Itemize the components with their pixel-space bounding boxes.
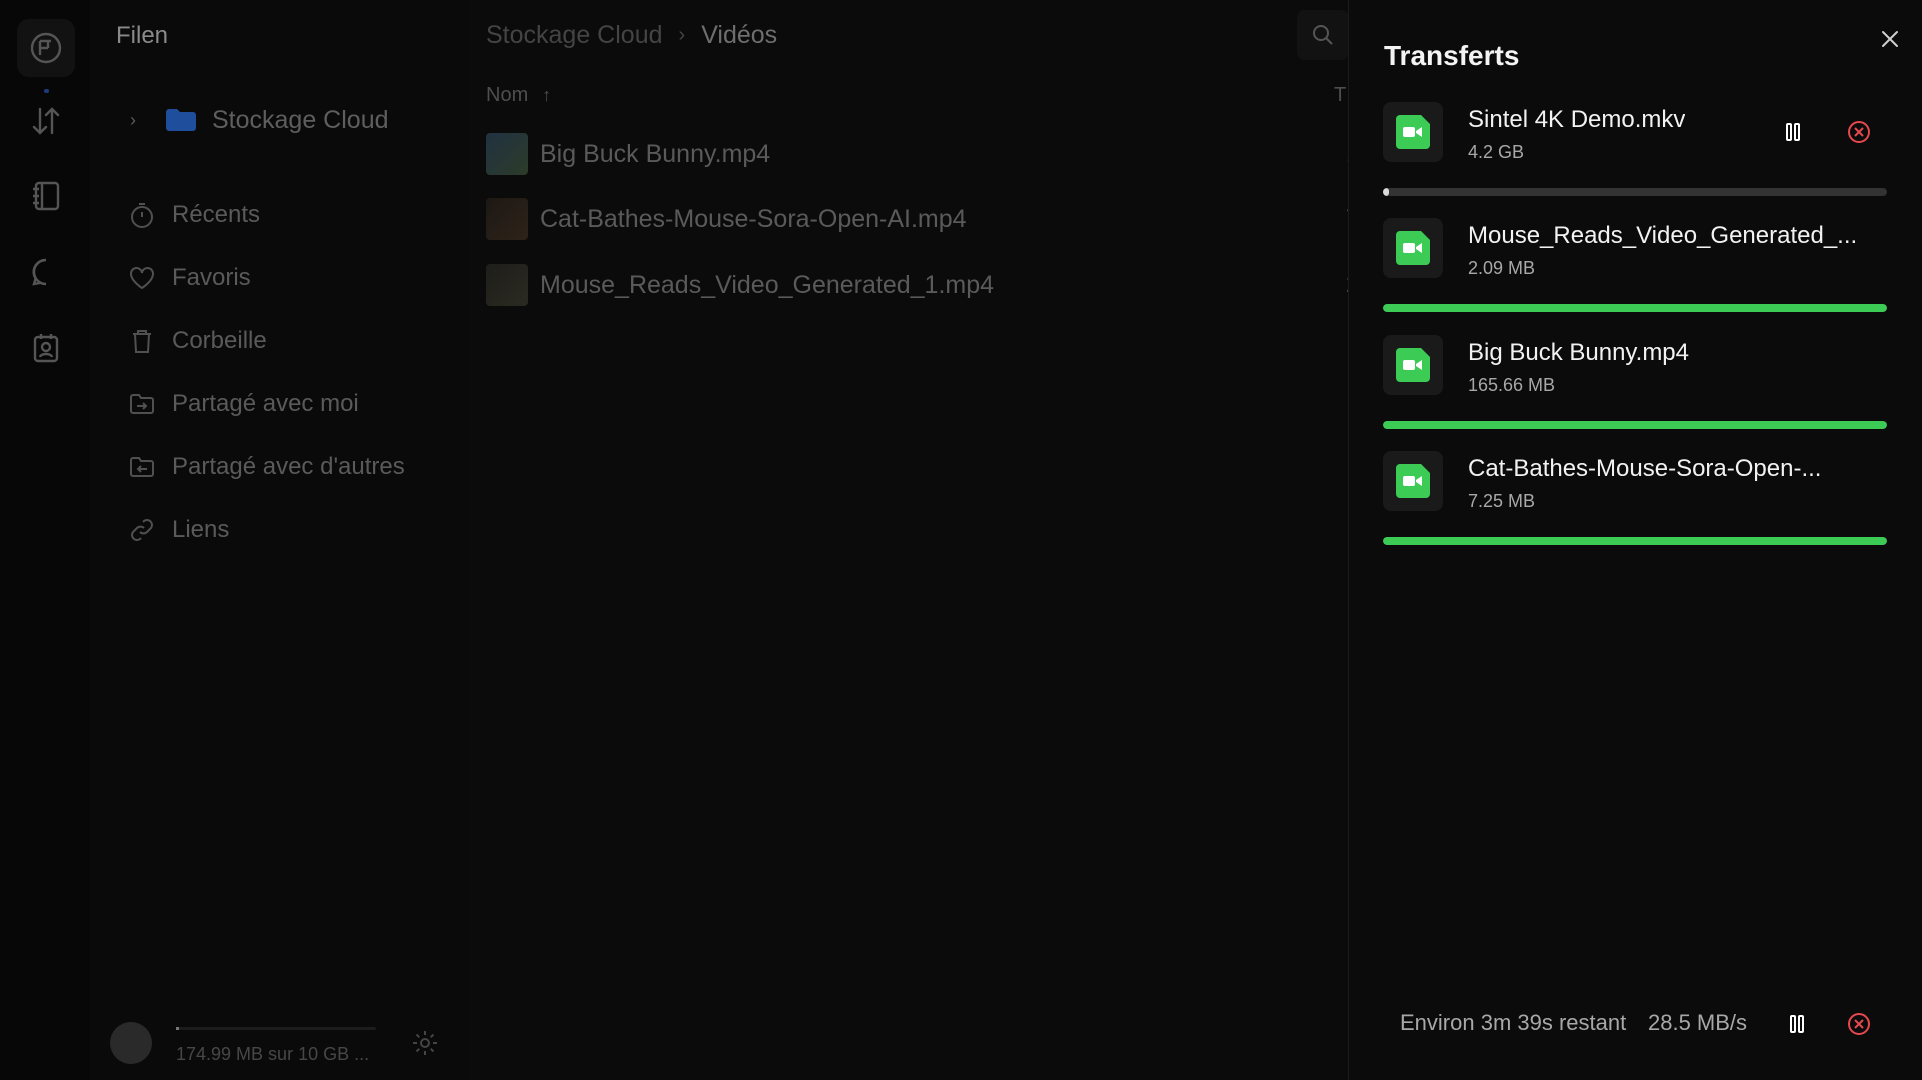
cancel-circle-icon [1848, 121, 1870, 143]
rail-active-indicator [44, 89, 49, 93]
nav-item-recents[interactable]: Récents [128, 195, 260, 235]
transfer-item: Cat-Bathes-Mouse-Sora-Open-... 7.25 MB [1383, 451, 1887, 567]
video-thumbnail [486, 133, 528, 175]
pause-icon [1790, 1015, 1804, 1033]
transfers-panel: Transferts Sintel 4K Demo.mkv 4.2 GB Mou… [1348, 0, 1922, 1080]
video-thumbnail [486, 198, 528, 240]
transfer-progress-fill [1383, 188, 1390, 196]
nav-item-label: Favoris [172, 264, 251, 291]
transfer-file-size: 4.2 GB [1468, 142, 1525, 162]
chevron-right-icon: › [678, 24, 686, 46]
video-thumbnail [486, 264, 528, 306]
app-brand: Filen [116, 22, 169, 49]
transfer-file-size: 7.25 MB [1468, 491, 1536, 511]
nav-item-corbeille[interactable]: Corbeille [128, 321, 267, 361]
file-name: Cat-Bathes-Mouse-Sora-Open-AI.mp4 [540, 204, 967, 233]
gear-icon[interactable] [410, 1028, 440, 1063]
video-file-icon [1383, 451, 1443, 511]
close-button[interactable] [1875, 24, 1905, 54]
nav-item-label: Partagé avec moi [172, 390, 359, 417]
search-button[interactable] [1297, 10, 1349, 60]
file-browser: Stockage Cloud › Vidéos Nom ↑ T Big Buck… [470, 0, 1359, 1080]
avatar[interactable] [110, 1022, 152, 1064]
sidebar: Filen › Stockage Cloud Récents Favoris C… [90, 0, 470, 1080]
column-header-second[interactable]: T [1334, 84, 1346, 107]
tree-root-label: Stockage Cloud [212, 105, 389, 134]
pause-button[interactable] [1777, 116, 1809, 148]
storage-text: 174.99 MB sur 10 GB ... [176, 1044, 370, 1064]
pause-all-button[interactable] [1781, 1008, 1813, 1040]
cancel-circle-icon [1848, 1013, 1870, 1035]
nav-item-label: Corbeille [172, 327, 267, 354]
pause-icon [1786, 123, 1800, 141]
search-icon [1313, 25, 1333, 45]
nav-item-partage-avec-moi[interactable]: Partagé avec moi [128, 384, 359, 424]
breadcrumb-item[interactable]: Stockage Cloud [486, 21, 663, 50]
transfer-progress-bar [1383, 304, 1887, 312]
transfer-file-size: 165.66 MB [1468, 375, 1556, 395]
breadcrumb: Stockage Cloud › Vidéos [486, 21, 777, 50]
nav-item-liens[interactable]: Liens [128, 510, 229, 550]
contacts-icon[interactable] [27, 329, 65, 367]
eta-text: Environ 3m 39s restant [1400, 1010, 1627, 1035]
transfer-progress-bar [1383, 537, 1887, 545]
storage-progress-bar [176, 1027, 376, 1030]
transfer-progress-bar [1383, 188, 1887, 196]
icon-rail [0, 0, 90, 1080]
transfer-file-name: Sintel 4K Demo.mkv [1468, 106, 1686, 133]
video-file-icon [1383, 218, 1443, 278]
breadcrumb-current: Vidéos [701, 21, 778, 49]
table-row[interactable]: Cat-Bathes-Mouse-Sora-Open-AI.mp4 7 [486, 197, 1359, 241]
trash-icon [133, 330, 151, 353]
speed-text: 28.5 MB/s [1648, 1010, 1748, 1035]
table-row[interactable]: Big Buck Bunny.mp4 1 [486, 132, 1359, 176]
storage-progress-fill [176, 1027, 180, 1030]
transfer-item: Big Buck Bunny.mp4 165.66 MB [1383, 335, 1887, 451]
filen-logo-icon[interactable] [17, 19, 75, 77]
column-header-name[interactable]: Nom ↑ [486, 84, 551, 107]
folder-out-icon [130, 457, 154, 477]
link-icon [131, 519, 153, 541]
transfer-progress-fill [1383, 537, 1887, 545]
nav-item-favoris[interactable]: Favoris [128, 258, 251, 298]
transfer-item: Sintel 4K Demo.mkv 4.2 GB [1383, 102, 1887, 218]
transfer-progress-fill [1383, 304, 1887, 312]
close-icon [1882, 31, 1898, 47]
sort-arrow-up-icon: ↑ [542, 85, 552, 105]
cancel-all-button[interactable] [1843, 1008, 1875, 1040]
transfer-file-name: Mouse_Reads_Video_Generated_... [1468, 222, 1858, 249]
notes-icon[interactable] [27, 177, 65, 215]
transfers-icon[interactable] [27, 102, 65, 140]
folder-icon [166, 109, 196, 131]
video-file-icon [1383, 335, 1443, 395]
transfer-file-size: 2.09 MB [1468, 258, 1536, 278]
transfer-file-name: Cat-Bathes-Mouse-Sora-Open-... [1468, 455, 1822, 482]
table-row[interactable]: Mouse_Reads_Video_Generated_1.mp4 2 [486, 263, 1359, 307]
video-file-icon [1383, 102, 1443, 162]
heart-icon [130, 267, 154, 290]
folder-in-icon [130, 394, 154, 414]
tree-root-stockage-cloud[interactable]: › Stockage Cloud [130, 104, 389, 136]
transfer-item: Mouse_Reads_Video_Generated_... 2.09 MB [1383, 218, 1887, 334]
nav-item-label: Liens [172, 516, 230, 543]
file-name: Mouse_Reads_Video_Generated_1.mp4 [540, 270, 995, 299]
transfer-file-name: Big Buck Bunny.mp4 [1468, 339, 1690, 366]
cancel-button[interactable] [1843, 116, 1875, 148]
transfer-progress-fill [1383, 421, 1887, 429]
transfers-footer: Environ 3m 39s restant 28.5 MB/s [1349, 1006, 1922, 1042]
nav-item-label: Récents [172, 201, 261, 228]
nav-item-partage-avec-autres[interactable]: Partagé avec d'autres [128, 447, 405, 487]
column-header-label: Nom [486, 84, 529, 106]
nav-item-label: Partagé avec d'autres [172, 453, 405, 480]
chat-icon[interactable] [27, 253, 65, 291]
timer-icon [131, 203, 153, 228]
panel-title: Transferts [1384, 40, 1520, 71]
file-name: Big Buck Bunny.mp4 [540, 139, 771, 168]
chevron-right-icon[interactable]: › [130, 110, 150, 131]
transfer-progress-bar [1383, 421, 1887, 429]
